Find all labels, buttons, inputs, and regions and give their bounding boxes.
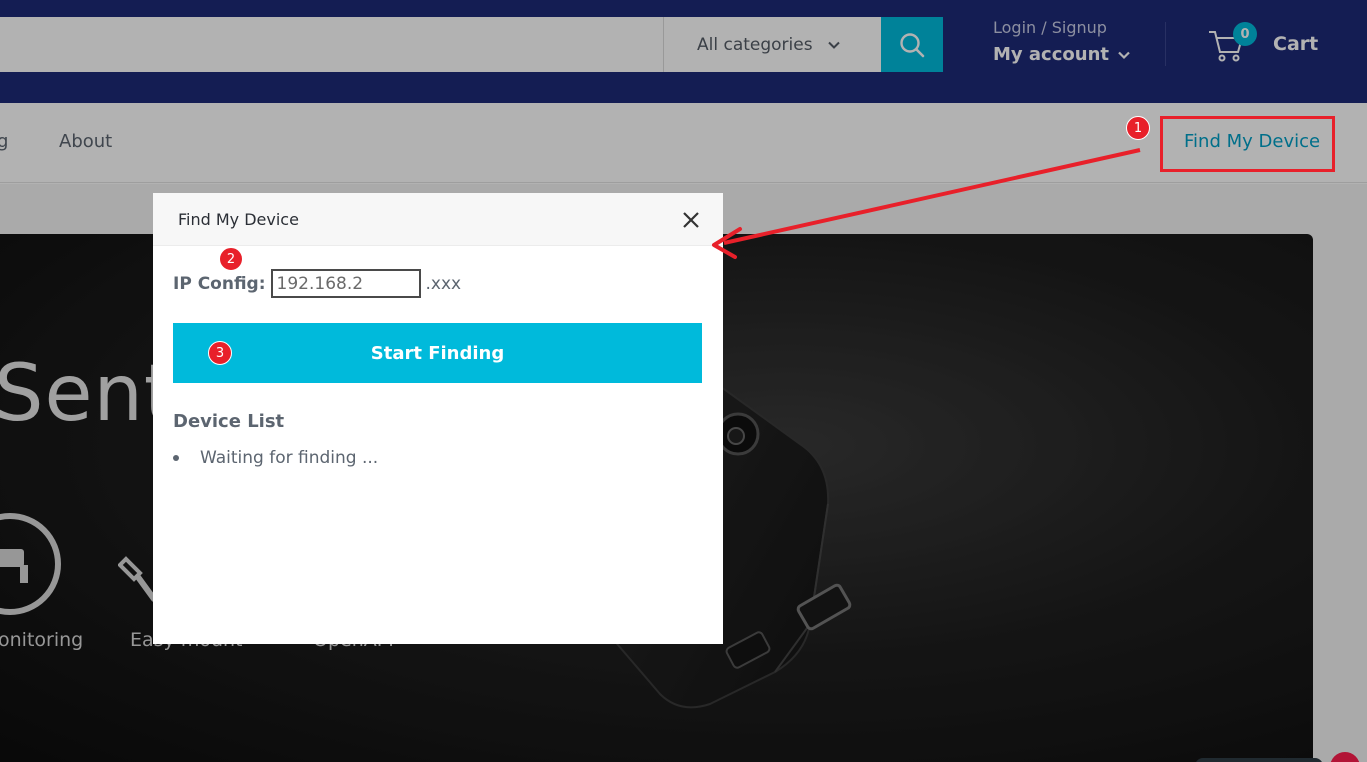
bullet-icon bbox=[173, 455, 179, 461]
device-list-item-text: Waiting for finding ... bbox=[200, 448, 379, 468]
ip-config-row: IP Config: .xxx bbox=[173, 269, 461, 298]
start-finding-button[interactable]: Start Finding bbox=[173, 323, 702, 383]
modal-title: Find My Device bbox=[178, 210, 299, 229]
annotation-badge-3: 3 bbox=[208, 341, 232, 365]
annotation-highlight-box bbox=[1160, 116, 1335, 172]
ip-config-input[interactable] bbox=[270, 269, 421, 298]
ip-suffix: .xxx bbox=[425, 273, 462, 294]
annotation-badge-2: 2 bbox=[219, 247, 243, 271]
close-icon[interactable] bbox=[681, 210, 701, 230]
device-list-title: Device List bbox=[173, 411, 285, 432]
modal-header: Find My Device bbox=[153, 193, 723, 246]
ip-config-label: IP Config: bbox=[173, 273, 266, 294]
annotation-badge-1: 1 bbox=[1126, 116, 1150, 140]
device-list: Waiting for finding ... bbox=[173, 448, 378, 468]
list-item: Waiting for finding ... bbox=[173, 448, 378, 468]
